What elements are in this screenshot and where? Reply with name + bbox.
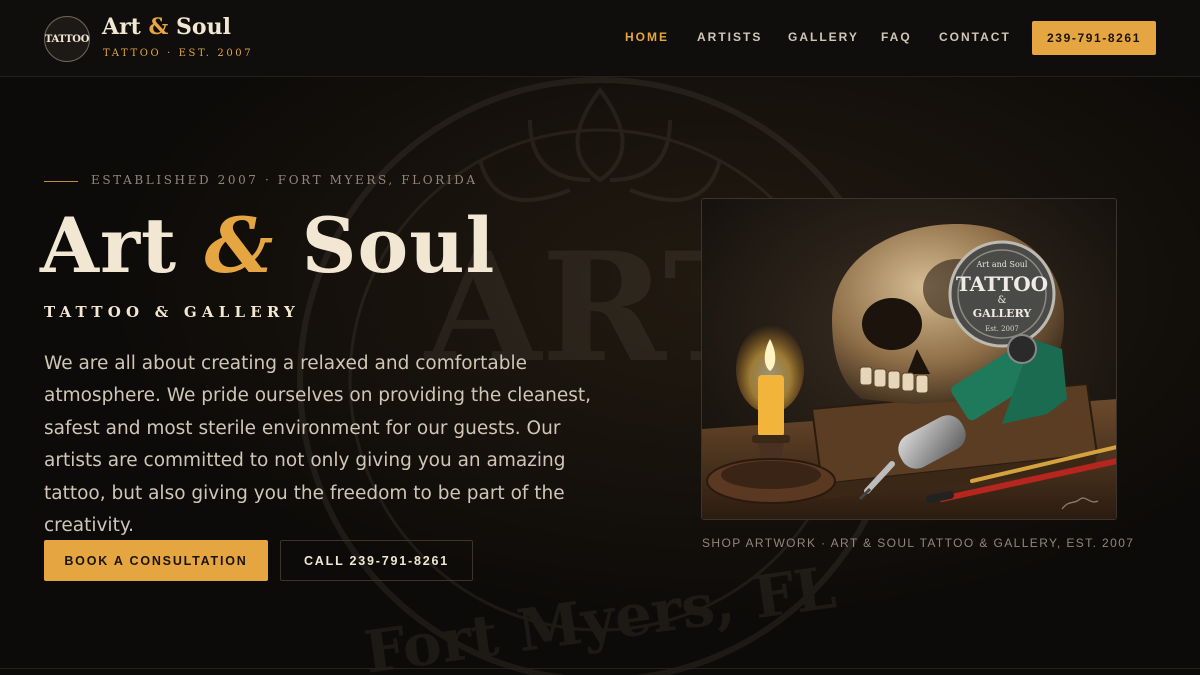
section-divider — [0, 668, 1200, 669]
logo-text: TATTOO — [44, 33, 90, 45]
site-header: TATTOO Art & Soul TATTOO · EST. 2007 HOM… — [0, 0, 1200, 77]
nav-home[interactable]: HOME — [625, 30, 669, 44]
badge-top-text: Art and Soul — [976, 260, 1028, 269]
call-phone-button[interactable]: CALL 239-791-8261 — [280, 540, 473, 581]
logo-badge[interactable]: TATTOO — [44, 16, 90, 62]
nav-faq[interactable]: FAQ — [881, 30, 912, 44]
hero-eyebrow: ESTABLISHED 2007 · FORT MYERS, FLORIDA — [91, 173, 478, 187]
badge-est-text: Est. 2007 — [985, 325, 1019, 333]
badge-sub-text: GALLERY — [973, 307, 1032, 320]
hero-title-ampersand: & — [204, 201, 275, 290]
hero-subtitle: TATTOO & GALLERY — [44, 303, 300, 321]
header-phone-button[interactable]: 239-791-8261 — [1032, 21, 1156, 55]
nav-gallery[interactable]: GALLERY — [788, 30, 859, 44]
brand-tagline: TATTOO · EST. 2007 — [103, 48, 254, 59]
brand-name-part2: Soul — [168, 14, 231, 40]
badge-amp-text: & — [998, 295, 1007, 306]
hero-title: Art & Soul — [40, 196, 495, 296]
brand-name-part1: Art — [102, 14, 149, 40]
artwork-caption: SHOP ARTWORK · ART & SOUL TATTOO & GALLE… — [702, 536, 1135, 550]
brand-name-ampersand: & — [148, 14, 169, 40]
badge-main-text: TATTOO — [956, 272, 1048, 296]
hero-description: We are all about creating a relaxed and … — [44, 353, 592, 537]
hero-title-part2: Soul — [274, 201, 496, 290]
nav-artists[interactable]: ARTISTS — [697, 30, 762, 44]
book-consultation-button[interactable]: BOOK A CONSULTATION — [44, 540, 268, 581]
brand-name[interactable]: Art & Soul — [102, 14, 231, 40]
eyebrow-divider — [44, 181, 78, 182]
hero-title-part1: Art — [40, 201, 205, 290]
nav-contact[interactable]: CONTACT — [939, 30, 1011, 44]
shop-artwork-image: Art and Soul TATTOO & GALLERY Est. 2007 — [701, 198, 1117, 520]
